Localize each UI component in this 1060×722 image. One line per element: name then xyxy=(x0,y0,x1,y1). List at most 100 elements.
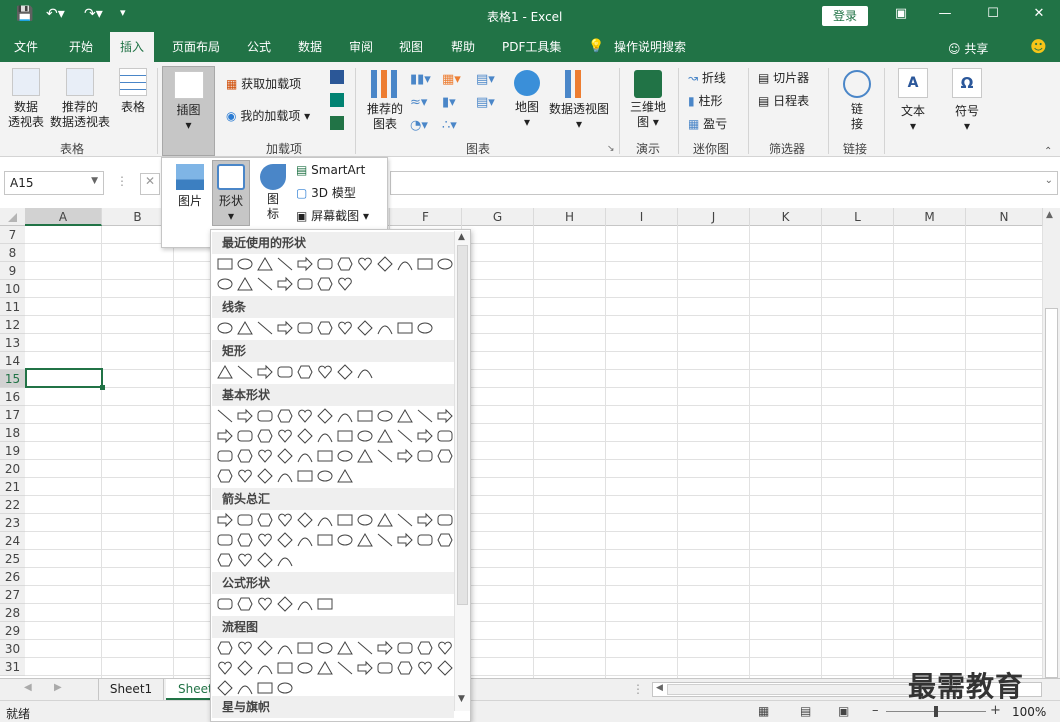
shape-item-icon[interactable] xyxy=(237,532,253,548)
shape-item-icon[interactable] xyxy=(417,660,433,676)
shape-item-icon[interactable] xyxy=(437,532,453,548)
shape-item-icon[interactable] xyxy=(417,320,433,336)
next-sheet-icon[interactable]: ▶ xyxy=(54,682,62,693)
shape-item-icon[interactable] xyxy=(217,512,233,528)
shape-item-icon[interactable] xyxy=(277,596,293,612)
shape-item-icon[interactable] xyxy=(337,364,353,380)
zoom-slider[interactable] xyxy=(886,706,986,717)
shape-item-icon[interactable] xyxy=(377,428,393,444)
screenshot-button[interactable]: ▣ 屏幕截图 ▾ xyxy=(296,209,369,224)
column-header-k[interactable]: K xyxy=(750,208,822,226)
shape-item-icon[interactable] xyxy=(257,468,273,484)
shape-item-icon[interactable] xyxy=(337,320,353,336)
shape-item-icon[interactable] xyxy=(277,256,293,272)
shape-item-icon[interactable] xyxy=(257,320,273,336)
shape-item-icon[interactable] xyxy=(337,660,353,676)
row-header-29[interactable]: 29 xyxy=(0,622,25,640)
shape-item-icon[interactable] xyxy=(377,408,393,424)
row-header-15[interactable]: 15 xyxy=(0,370,25,388)
column-header-a[interactable]: A xyxy=(25,208,102,226)
row-header-23[interactable]: 23 xyxy=(0,514,25,532)
ribbon-display-icon[interactable]: ▣ xyxy=(886,6,916,21)
shape-item-icon[interactable] xyxy=(237,320,253,336)
row-header-8[interactable]: 8 xyxy=(0,244,25,262)
text-button[interactable]: A 文本 ▾ xyxy=(894,68,932,134)
row-header-25[interactable]: 25 xyxy=(0,550,25,568)
shape-item-icon[interactable] xyxy=(437,408,453,424)
shape-item-icon[interactable] xyxy=(237,680,253,696)
column-header-h[interactable]: H xyxy=(534,208,606,226)
shape-item-icon[interactable] xyxy=(277,468,293,484)
shape-item-icon[interactable] xyxy=(417,448,433,464)
column-header-j[interactable]: J xyxy=(678,208,750,226)
shape-item-icon[interactable] xyxy=(297,428,313,444)
sparkline-line-button[interactable]: ↝ 折线 xyxy=(688,71,726,86)
tab-review[interactable]: 审阅 xyxy=(347,32,375,62)
row-header-19[interactable]: 19 xyxy=(0,442,25,460)
shape-item-icon[interactable] xyxy=(337,408,353,424)
row-header-28[interactable]: 28 xyxy=(0,604,25,622)
formula-input[interactable]: ⌄ xyxy=(390,171,1058,195)
save-icon[interactable]: 💾 xyxy=(16,6,33,22)
shape-item-icon[interactable] xyxy=(217,680,233,696)
shape-item-icon[interactable] xyxy=(217,448,233,464)
shape-item-icon[interactable] xyxy=(257,364,273,380)
shape-item-icon[interactable] xyxy=(257,552,273,568)
shape-item-icon[interactable] xyxy=(277,660,293,676)
column-header-n[interactable]: N xyxy=(966,208,1043,226)
shape-item-icon[interactable] xyxy=(357,364,373,380)
shape-item-icon[interactable] xyxy=(357,448,373,464)
shape-item-icon[interactable] xyxy=(237,408,253,424)
shape-item-icon[interactable] xyxy=(257,660,273,676)
shape-item-icon[interactable] xyxy=(217,552,233,568)
redo-icon[interactable]: ↷▾ xyxy=(84,6,103,22)
shape-item-icon[interactable] xyxy=(237,448,253,464)
shape-item-icon[interactable] xyxy=(217,468,233,484)
shape-item-icon[interactable] xyxy=(317,596,333,612)
icons-button[interactable]: 图 标 xyxy=(258,164,288,222)
shape-item-icon[interactable] xyxy=(297,468,313,484)
shape-item-icon[interactable] xyxy=(297,596,313,612)
row-header-14[interactable]: 14 xyxy=(0,352,25,370)
shape-item-icon[interactable] xyxy=(357,408,373,424)
shape-item-icon[interactable] xyxy=(377,320,393,336)
shape-item-icon[interactable] xyxy=(417,532,433,548)
shape-item-icon[interactable] xyxy=(297,364,313,380)
shape-item-icon[interactable] xyxy=(277,320,293,336)
login-button[interactable]: 登录 xyxy=(822,6,868,26)
tab-home[interactable]: 开始 xyxy=(67,32,95,62)
column-header-l[interactable]: L xyxy=(822,208,894,226)
shape-item-icon[interactable] xyxy=(317,660,333,676)
shape-item-icon[interactable] xyxy=(337,276,353,292)
row-header-30[interactable]: 30 xyxy=(0,640,25,658)
shape-item-icon[interactable] xyxy=(297,320,313,336)
shape-item-icon[interactable] xyxy=(357,428,373,444)
shape-item-icon[interactable] xyxy=(317,428,333,444)
symbol-button[interactable]: Ω 符号 ▾ xyxy=(948,68,986,134)
illustrations-button[interactable]: 插图 ▾ xyxy=(162,66,215,156)
sparkline-winloss-button[interactable]: ▦ 盈亏 xyxy=(688,117,727,132)
shapes-button[interactable]: 形状 ▾ xyxy=(212,160,250,226)
shape-item-icon[interactable] xyxy=(357,256,373,272)
shape-item-icon[interactable] xyxy=(317,512,333,528)
row-header-12[interactable]: 12 xyxy=(0,316,25,334)
shape-item-icon[interactable] xyxy=(237,640,253,656)
row-header-9[interactable]: 9 xyxy=(0,262,25,280)
shape-item-icon[interactable] xyxy=(217,408,233,424)
shape-item-icon[interactable] xyxy=(297,276,313,292)
shape-item-icon[interactable] xyxy=(417,408,433,424)
shape-item-icon[interactable] xyxy=(237,276,253,292)
shape-item-icon[interactable] xyxy=(337,428,353,444)
shape-item-icon[interactable] xyxy=(277,532,293,548)
table-button[interactable]: 表格 xyxy=(114,68,152,115)
shape-item-icon[interactable] xyxy=(337,448,353,464)
shape-item-icon[interactable] xyxy=(317,276,333,292)
shape-item-icon[interactable] xyxy=(317,532,333,548)
shape-item-icon[interactable] xyxy=(257,640,273,656)
shape-item-icon[interactable] xyxy=(397,408,413,424)
recommended-pivot-button[interactable]: 推荐的 数据透视表 xyxy=(48,68,112,130)
row-header-27[interactable]: 27 xyxy=(0,586,25,604)
zoom-thumb[interactable] xyxy=(934,706,938,717)
undo-icon[interactable]: ↶▾ xyxy=(46,6,65,22)
gallery-scrollbar[interactable]: ▲ ▼ xyxy=(454,231,470,711)
